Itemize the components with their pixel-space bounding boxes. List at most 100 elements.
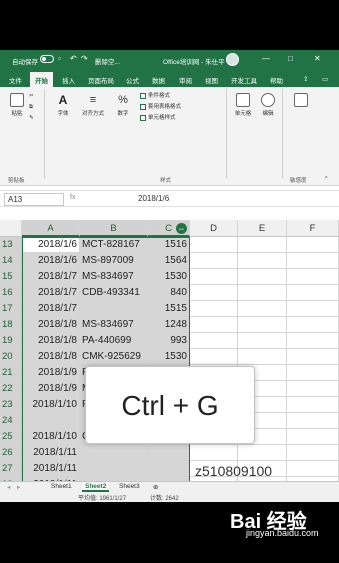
move-handle-icon[interactable]: ⇔ [176,223,187,234]
font-button[interactable]: A 字体 [52,93,74,117]
cell-e14[interactable] [238,253,287,269]
cell-f22[interactable] [287,381,339,397]
row-header[interactable]: 15 [0,269,22,285]
edit-button[interactable]: 编辑 [259,93,277,117]
sheet-tab-3[interactable]: Sheet3 [116,483,143,492]
cell-f27[interactable] [287,461,339,477]
cell-c26[interactable] [148,445,190,461]
column-header-b[interactable]: B [80,220,148,237]
cell-b15[interactable]: MS-834697 [80,269,148,285]
cell-a14[interactable]: 2018/1/6 [22,253,80,269]
comments-icon[interactable]: ▭ [322,75,328,83]
cell-b27[interactable] [80,461,148,477]
cell-a22[interactable]: 2018/1/9 [22,381,80,397]
cell-f25[interactable] [287,429,339,445]
cell-b20[interactable]: CMK-925629 [80,349,148,365]
minimize-button[interactable]: — [262,54,270,63]
cell-d26[interactable] [190,445,238,461]
cell-b19[interactable]: PA-440699 [80,333,148,349]
cell-a26[interactable]: 2018/1/11 [22,445,80,461]
cell-b18[interactable]: MS-834697 [80,317,148,333]
copy-icon[interactable]: ⧉ [29,104,33,111]
cell-a19[interactable]: 2018/1/8 [22,333,80,349]
cell-e20[interactable] [238,349,287,365]
tab-page-layout[interactable]: 页面布局 [88,75,114,85]
row-header[interactable]: 18 [0,317,22,333]
cell-d20[interactable] [190,349,238,365]
tab-review[interactable]: 审阅 [179,75,192,85]
cell-a20[interactable]: 2018/1/8 [22,349,80,365]
cell-c27[interactable] [148,461,190,477]
cell-f20[interactable] [287,349,339,365]
tab-formulas[interactable]: 公式 [126,75,139,85]
tab-file[interactable]: 文件 [9,75,22,85]
row-header[interactable]: 17 [0,301,22,317]
row-header[interactable]: 27 [0,461,22,477]
table-format-button[interactable]: 套用表格格式 [140,102,181,110]
cell-c17[interactable]: 1515 [148,301,190,317]
cell-e15[interactable] [238,269,287,285]
select-all-corner[interactable] [0,220,22,237]
cell-d16[interactable] [190,285,238,301]
cell-a25[interactable]: 2018/1/10 [22,429,80,445]
conditional-format-button[interactable]: 条件格式 [140,91,170,99]
fx-icon[interactable]: fx [70,194,75,201]
format-painter-icon[interactable]: ✎ [29,115,34,121]
cell-b26[interactable] [80,445,148,461]
align-button[interactable]: ≡ 对齐方式 [80,93,106,117]
row-header[interactable]: 26 [0,445,22,461]
tab-help[interactable]: 帮助 [270,75,283,85]
prev-sheet-icon[interactable]: ◂ [4,483,13,492]
cell-e26[interactable] [238,445,287,461]
cell-f21[interactable] [287,365,339,381]
cell-a18[interactable]: 2018/1/8 [22,317,80,333]
restore-button[interactable]: □ [288,54,293,63]
cell-f26[interactable] [287,445,339,461]
sheet-tab-1[interactable]: Sheet1 [48,483,75,492]
close-button[interactable]: ✕ [314,54,321,63]
cell-d15[interactable] [190,269,238,285]
row-header[interactable]: 13 [0,237,22,253]
cell-c16[interactable]: 840 [148,285,190,301]
row-header[interactable]: 20 [0,349,22,365]
row-header[interactable]: 19 [0,333,22,349]
tab-data[interactable]: 数据 [152,75,165,85]
tab-view[interactable]: 视图 [205,75,218,85]
cell-c18[interactable]: 1248 [148,317,190,333]
add-sheet-icon[interactable]: ⊕ [150,483,161,492]
cell-c15[interactable]: 1530 [148,269,190,285]
cell-f16[interactable] [287,285,339,301]
cell-d13[interactable] [190,237,238,253]
tab-insert[interactable]: 插入 [62,75,75,85]
formula-input[interactable]: 2018/1/6 [138,194,169,203]
cell-a24[interactable] [22,413,80,429]
cells-button[interactable]: 单元格 [232,93,254,117]
column-header-f[interactable]: F [287,220,339,237]
cell-d19[interactable] [190,333,238,349]
cell-e19[interactable] [238,333,287,349]
cell-f23[interactable] [287,397,339,413]
cell-a16[interactable]: 2018/1/7 [22,285,80,301]
cell-c19[interactable]: 993 [148,333,190,349]
sheet-grid[interactable]: A B C D E F 13 2018/1/6 MCT-828167 1516 14 2018/1/6… [0,220,339,490]
cell-f17[interactable] [287,301,339,317]
cell-d14[interactable] [190,253,238,269]
sensitivity-button[interactable] [290,93,312,109]
next-sheet-icon[interactable]: ▸ [14,483,23,492]
row-header[interactable]: 16 [0,285,22,301]
column-header-a[interactable]: A [22,220,80,237]
cell-c13[interactable]: 1516 [148,237,190,253]
cell-d17[interactable] [190,301,238,317]
cell-e17[interactable] [238,301,287,317]
cell-style-button[interactable]: 单元格样式 [140,113,176,121]
row-header[interactable]: 21 [0,365,22,381]
cell-f13[interactable] [287,237,339,253]
cut-icon[interactable]: ✂ [29,93,34,99]
row-header[interactable]: 23 [0,397,22,413]
cell-b17[interactable] [80,301,148,317]
cell-f19[interactable] [287,333,339,349]
cell-a21[interactable]: 2018/1/9 [22,365,80,381]
cell-f18[interactable] [287,317,339,333]
row-header[interactable]: 22 [0,381,22,397]
cell-a15[interactable]: 2018/1/7 [22,269,80,285]
